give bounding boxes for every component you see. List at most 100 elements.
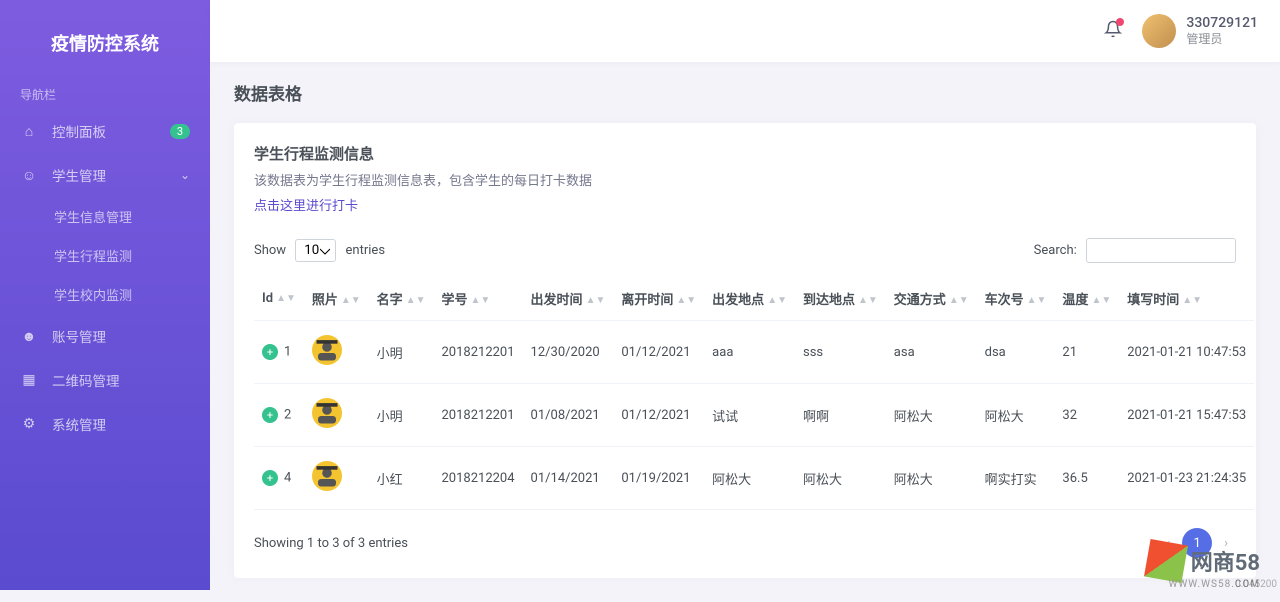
chevron-down-icon: ⌄ — [180, 168, 190, 182]
expand-button[interactable]: + — [262, 470, 278, 486]
sidebar: 疫情防控系统 导航栏 ⌂ 控制面板 3 ☺ 学生管理 ⌄ 学生信息管理 学生行程… — [0, 0, 210, 590]
sidebar-sub-student-campus[interactable]: 学生校内监测 — [0, 275, 210, 314]
sidebar-label: 学生管理 — [52, 165, 180, 185]
sidebar-label: 系统管理 — [52, 414, 190, 434]
watermark-text: 网商58 — [1191, 545, 1260, 577]
cell-train: dsa — [977, 321, 1055, 384]
cell-time: 2021-01-23 21:24:35 — [1119, 447, 1254, 510]
sidebar-item-qrcode[interactable]: ▦ 二维码管理 — [0, 358, 210, 402]
row-avatar — [312, 398, 342, 428]
card: 学生行程监测信息 该数据表为学生行程监测信息表，包含学生的每日打卡数据 点击这里… — [234, 123, 1256, 578]
card-subtitle: 该数据表为学生行程监测信息表，包含学生的每日打卡数据 — [254, 170, 1236, 189]
table-row: +2 小明 2018212201 01/08/2021 01/12/2021 试… — [254, 384, 1254, 447]
table-header: Id▲▼ 照片▲▼ 名字▲▼ 学号▲▼ 出发时间▲▼ 离开时间▲▼ 出发地点▲▼… — [254, 277, 1254, 321]
cell-leave: 01/19/2021 — [613, 447, 704, 510]
sidebar-sub-student-travel[interactable]: 学生行程监测 — [0, 236, 210, 275]
page-title: 数据表格 — [234, 80, 1256, 105]
col-depart[interactable]: 出发时间▲▼ — [523, 277, 614, 321]
user-meta: 330729121 管理员 — [1186, 15, 1258, 46]
sort-icon: ▲▼ — [1182, 298, 1202, 304]
account-icon: ☻ — [20, 328, 38, 345]
search-label: Search: — [1034, 243, 1077, 258]
col-id[interactable]: Id▲▼ — [254, 277, 304, 321]
search-input[interactable] — [1086, 238, 1236, 263]
notification-dot — [1116, 18, 1124, 26]
cell-from: aaa — [704, 321, 795, 384]
user-menu[interactable]: 330729121 管理员 — [1142, 14, 1258, 48]
cell-train: 啊实打实 — [977, 447, 1055, 510]
notification-button[interactable] — [1104, 20, 1122, 43]
show-label: Show — [254, 243, 286, 258]
sort-icon: ▲▼ — [276, 296, 296, 302]
entries-label: entries — [346, 243, 386, 258]
entries-picker: Show 10 entries — [254, 239, 385, 262]
qrcode-icon: ▦ — [20, 372, 38, 388]
sidebar-item-system[interactable]: ⚙ 系统管理 — [0, 402, 210, 446]
sort-icon: ▲▼ — [1091, 298, 1111, 304]
cell-temp: 21 — [1054, 321, 1119, 384]
cell-to: 啊啊 — [795, 384, 886, 447]
sidebar-label: 控制面板 — [52, 121, 170, 141]
col-time[interactable]: 填写时间▲▼ — [1119, 277, 1254, 321]
expand-button[interactable]: + — [262, 344, 278, 360]
col-photo[interactable]: 照片▲▼ — [304, 277, 369, 321]
cell-mode: 阿松大 — [886, 384, 977, 447]
cell-mode: asa — [886, 321, 977, 384]
cell-id: 4 — [284, 471, 291, 486]
sidebar-item-student[interactable]: ☺ 学生管理 ⌄ — [0, 153, 210, 197]
col-train[interactable]: 车次号▲▼ — [977, 277, 1055, 321]
cell-depart: 01/08/2021 — [523, 384, 614, 447]
cell-to: 阿松大 — [795, 447, 886, 510]
col-from[interactable]: 出发地点▲▼ — [704, 277, 795, 321]
sort-icon: ▲▼ — [1027, 298, 1047, 304]
users-icon: ☺ — [20, 167, 38, 184]
sidebar-label: 账号管理 — [52, 326, 190, 346]
cell-sid: 2018212204 — [433, 447, 522, 510]
cell-sid: 2018212201 — [433, 321, 522, 384]
cell-id: 2 — [284, 408, 291, 423]
avatar — [1142, 14, 1176, 48]
render-timestamp: 0.045200 — [1235, 579, 1277, 590]
user-id: 330729121 — [1186, 15, 1258, 32]
sort-icon: ▲▼ — [341, 298, 361, 304]
col-sid[interactable]: 学号▲▼ — [433, 277, 522, 321]
cell-temp: 36.5 — [1054, 447, 1119, 510]
sidebar-item-account[interactable]: ☻ 账号管理 — [0, 314, 210, 358]
col-leave[interactable]: 离开时间▲▼ — [613, 277, 704, 321]
cell-name: 小明 — [369, 321, 434, 384]
sidebar-badge: 3 — [170, 124, 190, 139]
sort-icon: ▲▼ — [471, 298, 491, 304]
sort-icon: ▲▼ — [767, 298, 787, 304]
cell-leave: 01/12/2021 — [613, 321, 704, 384]
cell-depart: 01/14/2021 — [523, 447, 614, 510]
checkin-link[interactable]: 点击这里进行打卡 — [254, 195, 358, 214]
app-title: 疫情防控系统 — [0, 20, 210, 76]
sort-icon: ▲▼ — [858, 298, 878, 304]
gear-icon: ⚙ — [20, 416, 38, 432]
main: 数据表格 学生行程监测信息 该数据表为学生行程监测信息表，包含学生的每日打卡数据… — [210, 0, 1280, 602]
user-role: 管理员 — [1186, 32, 1258, 46]
table-info: Showing 1 to 3 of 3 entries — [254, 536, 408, 551]
watermark: 网商58 — [1147, 542, 1260, 580]
sort-icon: ▲▼ — [676, 298, 696, 304]
col-to[interactable]: 到达地点▲▼ — [795, 277, 886, 321]
col-name[interactable]: 名字▲▼ — [369, 277, 434, 321]
topbar: 330729121 管理员 — [210, 0, 1280, 62]
sidebar-sub-student-info[interactable]: 学生信息管理 — [0, 197, 210, 236]
cell-id: 1 — [284, 345, 291, 360]
expand-button[interactable]: + — [262, 407, 278, 423]
cell-from: 阿松大 — [704, 447, 795, 510]
cell-time: 2021-01-21 10:47:53 — [1119, 321, 1254, 384]
cell-to: sss — [795, 321, 886, 384]
table-controls: Show 10 entries Search: — [254, 238, 1236, 263]
cell-time: 2021-01-21 15:47:53 — [1119, 384, 1254, 447]
nav-section-header: 导航栏 — [0, 76, 210, 109]
sidebar-item-dashboard[interactable]: ⌂ 控制面板 3 — [0, 109, 210, 153]
cell-mode: 阿松大 — [886, 447, 977, 510]
sort-icon: ▲▼ — [949, 298, 969, 304]
entries-select[interactable]: 10 — [295, 239, 336, 262]
col-mode[interactable]: 交通方式▲▼ — [886, 277, 977, 321]
sort-icon: ▲▼ — [406, 298, 426, 304]
col-temp[interactable]: 温度▲▼ — [1054, 277, 1119, 321]
card-title: 学生行程监测信息 — [254, 143, 1236, 164]
